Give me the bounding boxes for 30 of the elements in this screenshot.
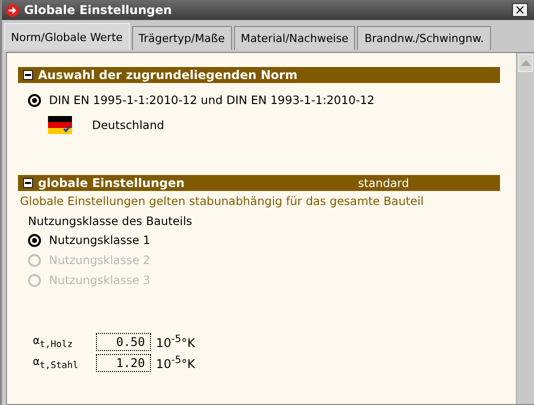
collapse-icon[interactable] [23, 178, 33, 188]
tab[interactable]: Trägertyp/Maße [132, 26, 232, 50]
radio-button[interactable] [28, 234, 41, 246]
unit-label: 10$^{-5}$°K [156, 355, 196, 371]
option-label[interactable]: DIN EN 1995-1-1:2010-12 und DIN EN 1993-1-1:2010-12 [49, 93, 374, 107]
section-header[interactable]: globale Einstellungen standard [18, 175, 500, 191]
up-arrow-icon [520, 60, 530, 66]
tab[interactable]: Material/Nachweise [234, 26, 356, 50]
section-title: globale Einstellungen [38, 176, 185, 190]
preset-label: standard [358, 176, 409, 190]
collapse-icon[interactable] [23, 70, 33, 80]
coefficient-label: α$_{t,Stahl}$ [33, 354, 80, 372]
group-label: Nutzungsklasse des Bauteils [27, 214, 194, 228]
arrow-icon [6, 4, 19, 16]
tab[interactable]: Brandnw./Schwingnw. [357, 26, 491, 50]
tab[interactable]: Norm/Globale Werte [4, 23, 130, 50]
input-field[interactable]: 1.20 [96, 354, 151, 372]
section-title: Auswahl der zugrundeliegenden Norm [38, 68, 298, 82]
close-button[interactable]: × [512, 3, 528, 17]
unit-label: 10$^{-5}$°K [156, 334, 196, 350]
option-label[interactable]: Nutzungsklasse 1 [49, 233, 150, 247]
section-header[interactable]: Auswahl der zugrundeliegenden Norm [18, 67, 500, 83]
radio-button[interactable] [28, 94, 41, 106]
country-label: Deutschland [92, 118, 164, 132]
scrollbar[interactable] [516, 53, 534, 404]
flag-icon [48, 116, 72, 134]
info-text: Globale Einstellungen gelten stabunabhängig für das gesamte Bauteil [19, 194, 425, 208]
window-title: Globale Einstellungen [24, 3, 173, 17]
input-field[interactable]: 0.50 [96, 333, 151, 351]
coefficient-label: α$_{t,Holz}$ [33, 334, 74, 350]
